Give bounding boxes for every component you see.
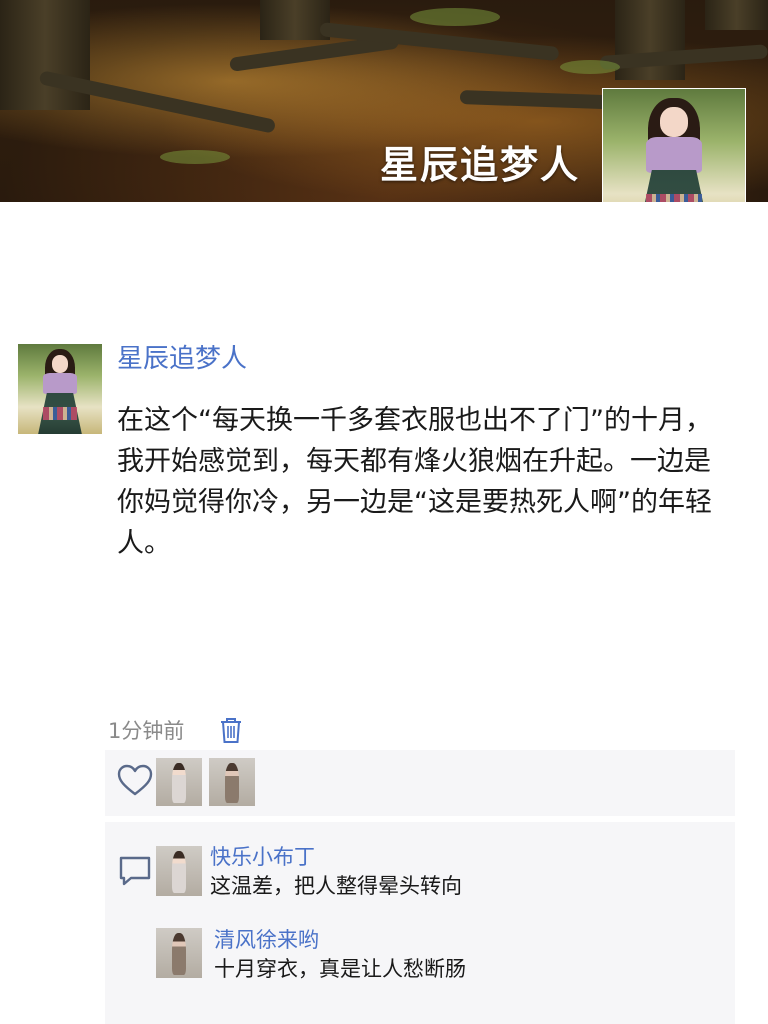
likes-panel <box>105 750 735 816</box>
post-author-name[interactable]: 星辰追梦人 <box>117 342 247 376</box>
profile-avatar[interactable] <box>602 88 746 202</box>
comment-avatar[interactable] <box>156 846 202 896</box>
cover-image[interactable]: 星辰追梦人 <box>0 0 768 202</box>
comment-text: 这温差，把人整得晕头转向 <box>210 874 462 898</box>
comment-author[interactable]: 清风徐来哟 <box>214 927 319 953</box>
comment-author[interactable]: 快乐小布丁 <box>210 844 315 870</box>
liker-avatar[interactable] <box>156 758 202 806</box>
trash-icon[interactable] <box>218 716 244 744</box>
comments-panel: 快乐小布丁 这温差，把人整得晕头转向 清风徐来哟 十月穿衣，真是让人愁断肠 <box>105 822 735 1024</box>
comment-avatar[interactable] <box>156 928 202 978</box>
post-text: 在这个“每天换一千多套衣服也出不了门”的十月，我开始感觉到，每天都有烽火狼烟在升… <box>117 405 712 559</box>
post-timestamp: 1分钟前 <box>108 719 185 743</box>
cover-title: 星辰追梦人 <box>379 143 580 187</box>
comment-icon[interactable] <box>115 850 155 890</box>
comment-text: 十月穿衣，真是让人愁断肠 <box>214 957 466 981</box>
liker-avatar[interactable] <box>209 758 255 806</box>
heart-icon[interactable] <box>115 761 155 801</box>
post-author-avatar[interactable] <box>18 344 102 434</box>
